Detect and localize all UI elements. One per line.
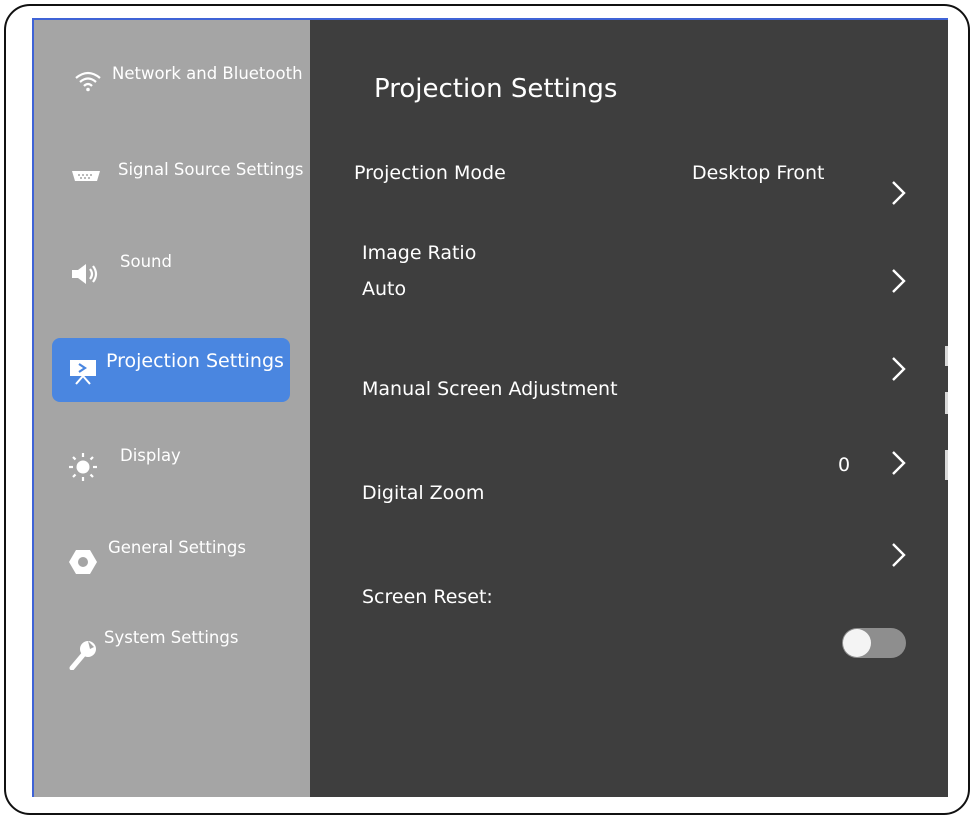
setting-value: Auto (362, 278, 407, 300)
page-title: Projection Settings (374, 74, 618, 104)
toggle-knob (843, 629, 871, 657)
signal-source-icon (70, 168, 100, 196)
hexagon-gear-icon (68, 548, 97, 576)
wrench-icon (68, 638, 96, 671)
speaker-icon (70, 262, 98, 290)
sidebar-item-network[interactable]: Network and Bluetooth (34, 50, 310, 114)
setting-label: Screen Reset: (362, 586, 493, 608)
projector-icon (68, 358, 96, 386)
sidebar-item-general-settings[interactable]: General Settings (34, 526, 310, 590)
chevron-right-icon (888, 540, 910, 570)
sidebar-item-label: Network and Bluetooth (112, 64, 303, 83)
chevron-right-icon (888, 448, 910, 478)
edge-mark (945, 346, 948, 366)
screen-reset-toggle[interactable] (842, 628, 906, 658)
chevron-right-icon (888, 266, 910, 296)
setting-value: 0 (838, 454, 851, 476)
sidebar-item-signal-source[interactable]: Signal Source Settings (34, 144, 310, 208)
chevron-right-icon (888, 178, 910, 208)
sidebar-item-sound[interactable]: Sound (34, 238, 310, 302)
sidebar-item-label: Signal Source Settings (118, 160, 304, 179)
wifi-icon (74, 70, 102, 98)
sidebar-item-label: Sound (120, 252, 172, 271)
sidebar: Network and Bluetooth Signal Source Sett… (34, 20, 310, 797)
setting-value: Desktop Front (692, 162, 825, 184)
projector-screen: Network and Bluetooth Signal Source Sett… (32, 18, 948, 797)
sidebar-item-label: System Settings (104, 628, 239, 647)
sidebar-item-projection-settings[interactable]: Projection Settings (52, 338, 290, 402)
setting-label: Projection Mode (354, 162, 506, 184)
edge-mark (945, 392, 948, 414)
edge-mark (945, 450, 948, 480)
setting-label: Digital Zoom (362, 482, 485, 504)
setting-label: Image Ratio (362, 242, 477, 264)
settings-panel: Projection Settings Projection Mode Desk… (310, 20, 948, 797)
setting-label: Manual Screen Adjustment (362, 378, 618, 400)
sidebar-item-display[interactable]: Display (34, 432, 310, 496)
sidebar-item-label: Display (120, 446, 181, 465)
sidebar-item-label: General Settings (108, 538, 246, 557)
sidebar-item-system-settings[interactable]: System Settings (34, 616, 310, 680)
sidebar-item-label: Projection Settings (106, 350, 284, 372)
brightness-icon (68, 452, 97, 481)
chevron-right-icon (888, 354, 910, 384)
